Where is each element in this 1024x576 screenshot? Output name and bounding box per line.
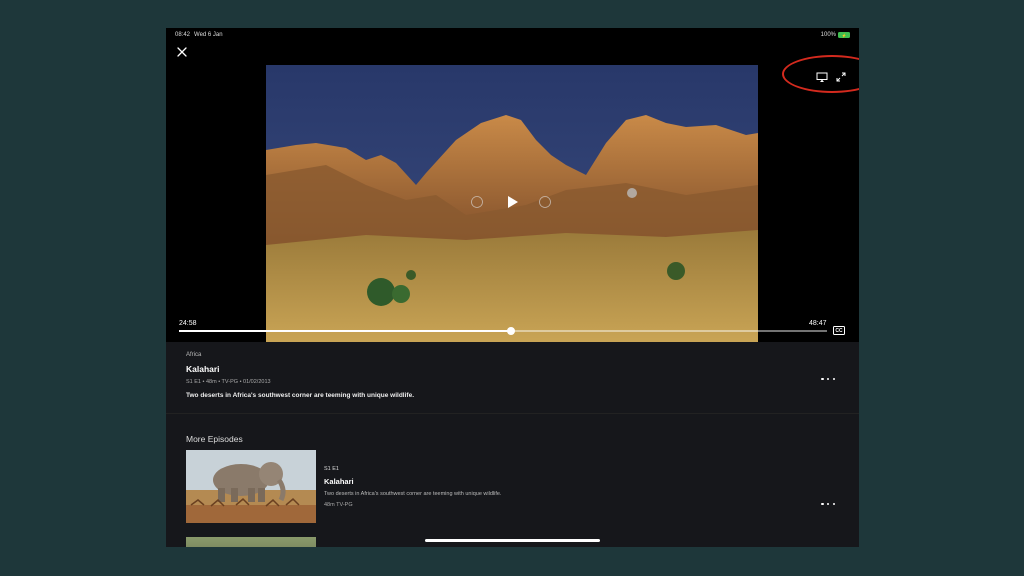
episode-item-title: Kalahari bbox=[324, 477, 354, 486]
total-time: 48:47 bbox=[809, 320, 827, 327]
status-date: Wed 6 Jan bbox=[194, 32, 223, 38]
episode-more-options-icon[interactable] bbox=[821, 501, 835, 507]
closed-captions-button[interactable]: CC bbox=[833, 326, 845, 335]
episode-item-meta: 48m TV-PG bbox=[324, 502, 353, 508]
close-icon[interactable] bbox=[175, 45, 189, 59]
progress-bar[interactable] bbox=[179, 327, 827, 335]
status-time: 08:42 bbox=[175, 32, 191, 38]
more-episodes-section: More Episodes S1 E1 Kalahari Two deserts… bbox=[166, 413, 859, 547]
episode-meta: S1 E1 • 48m • TV-PG • 01/02/2013 bbox=[186, 379, 271, 385]
current-time: 24:58 bbox=[179, 320, 197, 327]
skip-back-icon[interactable] bbox=[470, 195, 484, 209]
more-options-icon[interactable] bbox=[821, 376, 835, 382]
episode-description: Two deserts in Africa's southwest corner… bbox=[186, 392, 415, 399]
skip-forward-icon[interactable] bbox=[538, 195, 552, 209]
play-icon[interactable] bbox=[504, 194, 520, 210]
series-name: Africa bbox=[186, 352, 202, 358]
progress-thumb[interactable] bbox=[506, 327, 515, 335]
progress-fill bbox=[179, 330, 511, 332]
episode-code: S1 E1 bbox=[324, 466, 339, 472]
video-frame[interactable] bbox=[266, 65, 758, 342]
home-indicator[interactable] bbox=[425, 539, 600, 542]
status-bar: 08:42 Wed 6 Jan 100% ⚡ bbox=[166, 28, 859, 42]
episode-item-description: Two deserts in Africa's southwest corner… bbox=[324, 491, 502, 497]
episode-list-item[interactable]: S1 E1 Kalahari Two deserts in Africa's s… bbox=[186, 450, 846, 524]
episode-thumbnail-next[interactable] bbox=[186, 537, 316, 547]
episode-info-panel: Africa Kalahari S1 E1 • 48m • TV-PG • 01… bbox=[166, 342, 859, 413]
battery-percent: 100% bbox=[820, 32, 836, 38]
battery-icon: ⚡ bbox=[838, 32, 850, 38]
ipad-screen: 08:42 Wed 6 Jan 100% ⚡ 24:58 48:47 CC Af… bbox=[166, 28, 859, 547]
episode-title: Kalahari bbox=[186, 364, 220, 374]
highlight-annotation bbox=[782, 55, 859, 93]
episode-thumbnail bbox=[186, 450, 316, 523]
more-episodes-heading: More Episodes bbox=[186, 434, 243, 444]
